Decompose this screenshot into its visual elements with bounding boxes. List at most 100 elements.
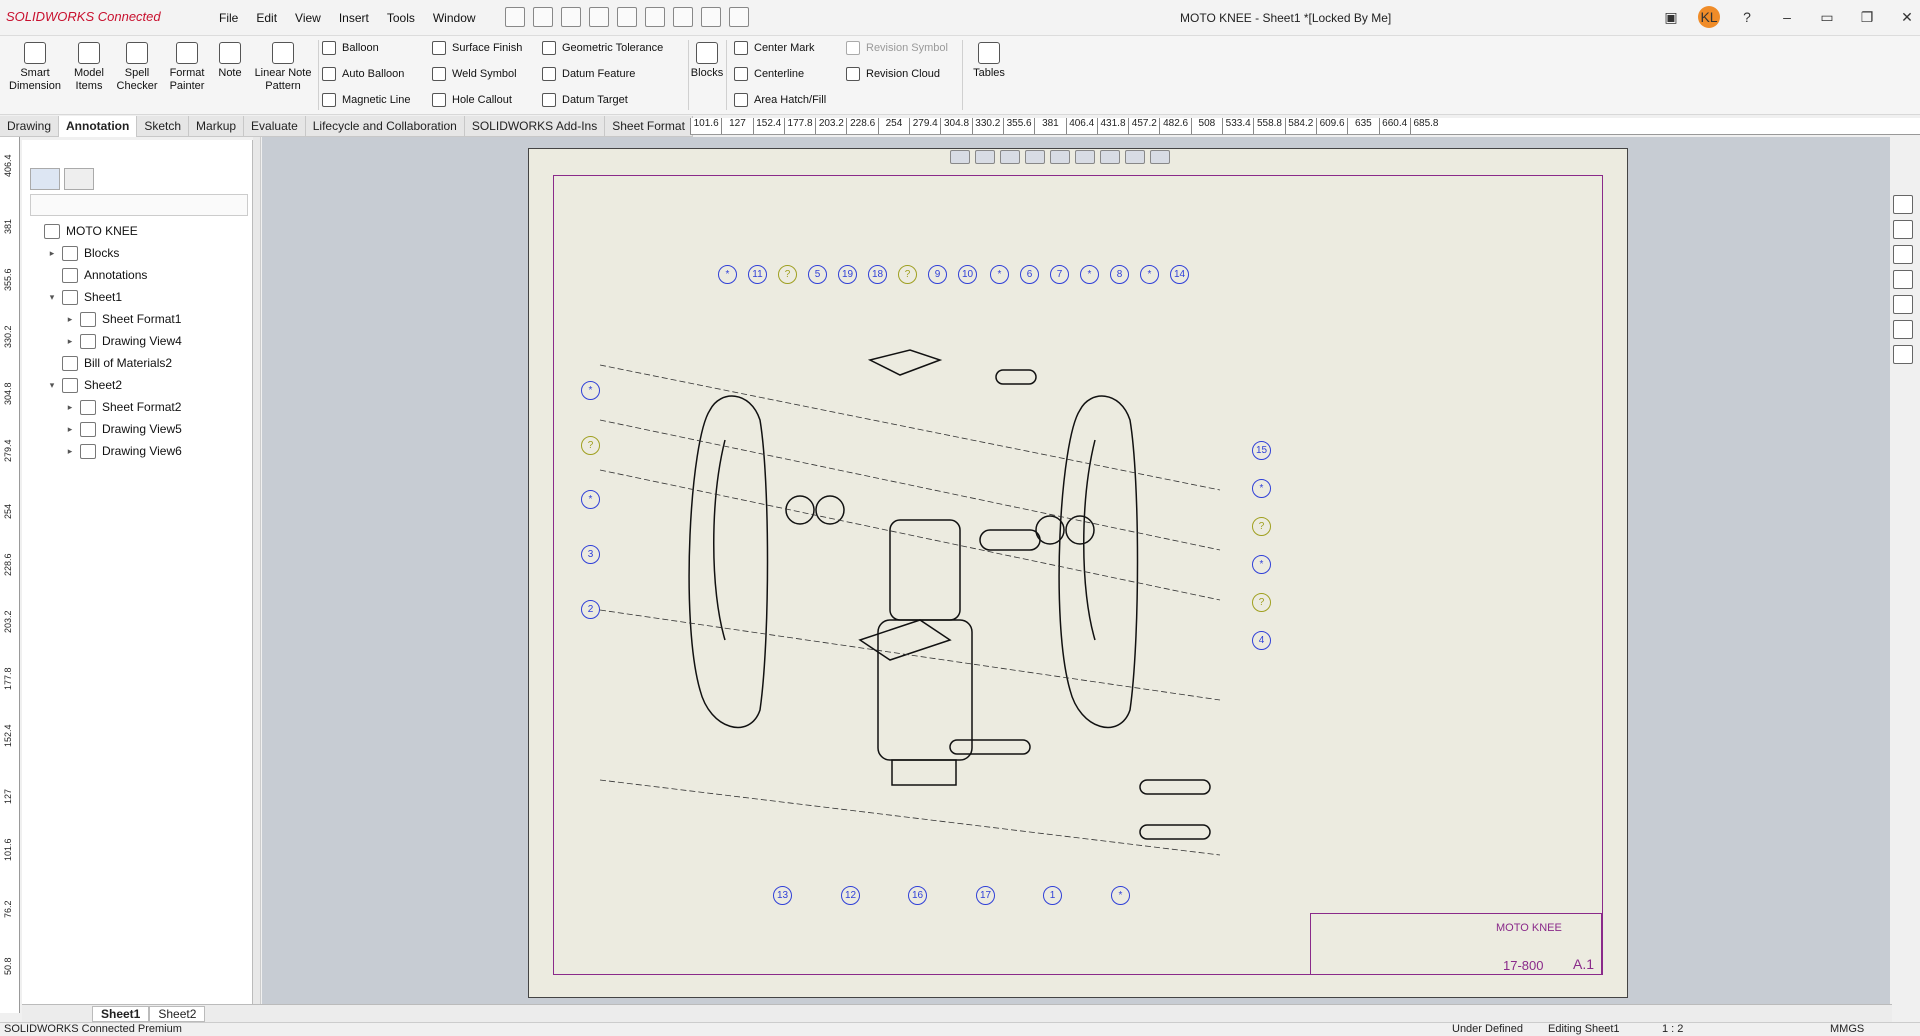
previous-view-icon[interactable] [1025,150,1045,164]
tree-item[interactable]: ▸ Drawing View4 [28,330,250,352]
menu-edit[interactable]: Edit [247,11,286,25]
menu-insert[interactable]: Insert [330,11,378,25]
tables-button[interactable]: Tables [966,42,1012,80]
balloon[interactable]: 14 [1170,265,1189,284]
tree-item[interactable]: ▾ Sheet2 [28,374,250,396]
balloon[interactable]: ? [898,265,917,284]
spell-checker-button[interactable]: Spell Checker [114,42,160,93]
appearances-icon[interactable] [1893,295,1913,314]
unit-system[interactable]: MMGS [1830,1023,1864,1035]
revision-symbol-button[interactable]: Revision Symbol [846,39,948,57]
linear-note-pattern-button[interactable]: Linear Note Pattern [250,42,316,93]
help-icon[interactable]: ? [1734,4,1760,30]
hole-callout-button[interactable]: Hole Callout [432,91,512,109]
format-painter-button[interactable]: Format Painter [164,42,210,93]
tab-solidworks-add-ins[interactable]: SOLIDWORKS Add-Ins [465,116,606,137]
smart-dimension-button[interactable]: Smart Dimension [6,42,64,93]
menu-file[interactable]: File [210,11,247,25]
file-explorer-icon[interactable] [1893,245,1913,264]
balloon[interactable]: 3 [581,545,600,564]
view-palette-icon[interactable] [1893,270,1913,289]
balloon[interactable]: 15 [1252,441,1271,460]
balloon[interactable]: * [1111,886,1130,905]
balloon[interactable]: 11 [748,265,767,284]
home-icon[interactable] [505,7,525,27]
balloon[interactable]: 6 [1020,265,1039,284]
expand-toggle-icon[interactable]: ▸ [64,314,76,325]
expand-toggle-icon[interactable]: ▾ [46,292,58,303]
menu-window[interactable]: Window [424,11,485,25]
tab-sketch[interactable]: Sketch [137,116,190,137]
custom-properties-icon[interactable] [1893,320,1913,339]
tree-item[interactable]: MOTO KNEE [28,220,250,242]
pan-icon[interactable] [1075,150,1095,164]
tree-item[interactable]: ▸ Sheet Format2 [28,396,250,418]
balloon[interactable]: ? [581,436,600,455]
surface-finish-button[interactable]: Surface Finish [432,39,522,57]
area-hatch-fill-button[interactable]: Area Hatch/Fill [734,91,826,109]
tree-item[interactable]: ▸ Sheet Format1 [28,308,250,330]
note-button[interactable]: Note [214,42,246,80]
zoom-to-fit-icon[interactable] [950,150,970,164]
centerline-button[interactable]: Centerline [734,65,804,83]
balloon[interactable]: 4 [1252,631,1271,650]
expand-toggle-icon[interactable]: ▾ [46,380,58,391]
balloon[interactable]: * [1252,555,1271,574]
magnetic-line-button[interactable]: Magnetic Line [322,91,411,109]
tab-markup[interactable]: Markup [189,116,245,137]
tree-item[interactable]: Annotations [28,264,250,286]
center-mark-button[interactable]: Center Mark [734,39,815,57]
command-prompt-icon[interactable]: ▣ [1658,4,1684,30]
solidworks-resources-icon[interactable] [1893,195,1913,214]
menu-view[interactable]: View [286,11,330,25]
balloon[interactable]: 7 [1050,265,1069,284]
menu-tools[interactable]: Tools [378,11,424,25]
layout-icon[interactable]: ▭ [1814,4,1840,30]
balloon[interactable]: ? [778,265,797,284]
solidworks-forum-icon[interactable] [1893,345,1913,364]
rebuild-icon[interactable] [617,7,637,27]
expand-toggle-icon[interactable]: ▸ [64,446,76,457]
blocks-button[interactable]: Blocks [690,42,724,80]
balloon[interactable]: * [581,381,600,400]
restore-icon[interactable]: ❐ [1854,4,1880,30]
balloon[interactable]: ? [1252,593,1271,612]
balloon[interactable]: * [1252,479,1271,498]
auto-balloon-button[interactable]: Auto Balloon [322,65,404,83]
model-items-button[interactable]: Model Items [68,42,110,93]
balloon[interactable]: * [581,490,600,509]
balloon[interactable]: 19 [838,265,857,284]
close-icon[interactable]: ✕ [1894,4,1920,30]
revision-cloud-button[interactable]: Revision Cloud [846,65,940,83]
minimize-icon[interactable]: – [1774,4,1800,30]
balloon[interactable]: 16 [908,886,927,905]
undo-icon[interactable] [673,7,693,27]
datum-target-button[interactable]: Datum Target [542,91,628,109]
hide-show-icon[interactable] [1125,150,1145,164]
tree-item[interactable]: ▾ Sheet1 [28,286,250,308]
balloon[interactable]: * [718,265,737,284]
tree-item[interactable]: Bill of Materials2 [28,352,250,374]
balloon[interactable]: 8 [1110,265,1129,284]
expand-toggle-icon[interactable]: ▸ [64,402,76,413]
feature-tree-tab-icon[interactable] [30,168,60,190]
display-style-icon[interactable] [1100,150,1120,164]
tree-item[interactable]: ▸ Blocks [28,242,250,264]
sheet-scale[interactable]: 1 : 2 [1662,1023,1683,1035]
options-icon[interactable] [645,7,665,27]
balloon[interactable]: 1 [1043,886,1062,905]
sheet-tab-sheet2[interactable]: Sheet2 [149,1005,206,1022]
weld-symbol-button[interactable]: Weld Symbol [432,65,517,83]
expand-toggle-icon[interactable]: ▸ [64,336,76,347]
tab-drawing[interactable]: Drawing [0,116,60,137]
zoom-area-icon[interactable] [975,150,995,164]
design-library-icon[interactable] [1893,220,1913,239]
filter-input[interactable] [30,194,248,216]
datum-feature-button[interactable]: Datum Feature [542,65,635,83]
balloon[interactable]: 9 [928,265,947,284]
balloon[interactable]: * [990,265,1009,284]
file-properties-icon[interactable] [729,7,749,27]
property-manager-tab-icon[interactable] [64,168,94,190]
panel-splitter[interactable] [253,137,261,1013]
balloon[interactable]: 18 [868,265,887,284]
